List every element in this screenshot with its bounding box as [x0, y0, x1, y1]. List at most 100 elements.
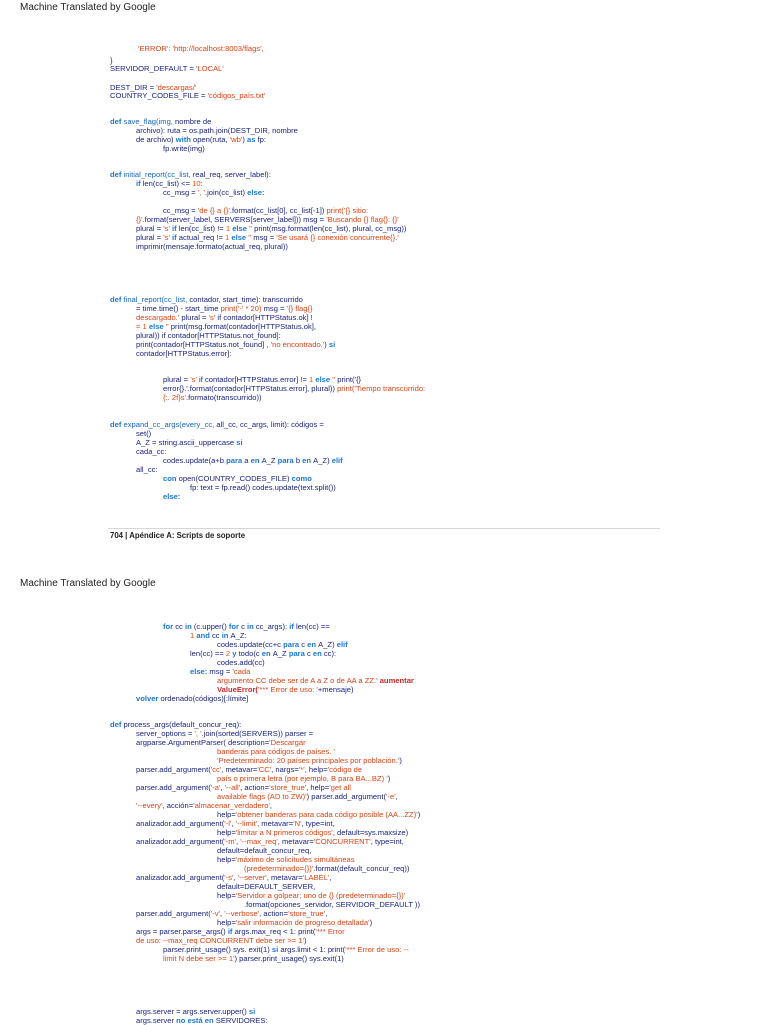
code-line: = time.time() - start_time print('-' * 2… [136, 304, 313, 313]
code-token: if contador[HTTPStatus.error] != [199, 375, 309, 384]
code-token: args.server = args.server.upper() [136, 1007, 249, 1016]
code-token: else [148, 322, 166, 331]
code-token: def [110, 720, 124, 729]
code-token: A_Z) [318, 640, 337, 649]
code-token: 'Descargar [269, 738, 306, 747]
code-line: limit N debe ser >= 1') parser.print_usa… [163, 954, 344, 963]
code-token: fp: text = fp.read() codes.update(text.s… [190, 483, 336, 492]
code-token: '--limit' [235, 819, 258, 828]
code-token: argumento CC debe ser de A a Z o de AA a… [217, 676, 380, 685]
code-token: : [200, 179, 203, 188]
code-token: parser.add_argument( [136, 909, 211, 918]
code-token: 's' [163, 233, 173, 242]
code-token: descargado.' [136, 313, 182, 322]
code-line: argparse.ArgumentParser( description='De… [136, 738, 306, 747]
code-token: 'almacenar_verdadero' [193, 801, 270, 810]
code-line: if len(cc_list) <= 10: [136, 179, 203, 188]
code-line: help='obtener banderas para cada código … [217, 810, 420, 819]
code-token: A_Z = string.ascii_uppercase [136, 438, 237, 447]
code-line: all_cc: [136, 465, 158, 474]
code-token: def [110, 170, 124, 179]
code-line: (predeterminado={})'.format(default_conc… [244, 864, 409, 873]
code-token: parser.print_usage() sys. exit(1) [163, 945, 272, 954]
code-token: ordenado(códigos)[:límite] [160, 694, 249, 703]
code-token: codes.update(a+b [163, 456, 227, 465]
code-token: de archivo) [136, 135, 176, 144]
code-line: {:. 2f}s'.formato(transcurrido)) [163, 393, 262, 402]
code-token: 'de {} a {}' [197, 206, 230, 215]
machine-translated-header-page2: Machine Translated by Google [20, 578, 156, 589]
code-token: actual_req != [178, 233, 226, 242]
code-token: SERVIDOR_DEFAULT = [110, 64, 196, 73]
code-token: cc): [323, 649, 337, 658]
code-line: de archivo) with open(ruta, 'wb') as fp: [136, 135, 266, 144]
code-token: expand_cc_args(every_cc, [123, 420, 217, 429]
code-token: as [246, 135, 258, 144]
code-token: ) [387, 774, 391, 783]
code-token: open(ruta, [192, 135, 230, 144]
code-token: else [231, 233, 249, 242]
code-token: args.limit < 1: print( [280, 945, 346, 954]
code-token: if [172, 224, 179, 233]
code-line: def initial_report(cc_list, real_req, se… [110, 170, 271, 179]
code-token: server_options = [136, 729, 195, 738]
code-token: 'máximo de solicitudes simultáneas [235, 855, 355, 864]
code-token: args = parser.parse_args() [136, 927, 228, 936]
code-token: 'CONCURRENT' [313, 837, 371, 846]
code-token: default=DEFAULT_SERVER, [217, 882, 316, 891]
code-token: '*** Error de uso: -- [345, 945, 409, 954]
code-line: {}'.format(server_label, SERVERS[server_… [136, 215, 399, 224]
code-line: args = parser.parse_args() if args.max_r… [136, 927, 345, 936]
code-token: help= [217, 810, 236, 819]
code-token: and [196, 631, 212, 640]
code-token: plural = [136, 233, 164, 242]
code-token: cc [175, 622, 185, 631]
code-line: plural = 's' if actual_req != 1 else '' … [136, 233, 399, 242]
code-token: else [232, 224, 250, 233]
code-token: '-e' [386, 792, 396, 801]
code-token: available flags (AD to ZW)' [217, 792, 307, 801]
code-token: def [110, 295, 124, 304]
code-token: 'Predeterminado: 20 países principales p… [217, 756, 400, 765]
code-token: '--verbose' [224, 909, 260, 918]
code-token: msg = [209, 667, 233, 676]
code-token: , metavar= [266, 873, 303, 882]
code-line: help='máximo de solicitudes simultáneas [217, 855, 355, 864]
code-line: archivo): ruta = os.path.join(DEST_DIR, … [136, 126, 298, 135]
code-line: imprimir(mensaje.formato(actual_req, plu… [136, 242, 288, 251]
code-token: args.max_req < 1: print( [234, 927, 316, 936]
machine-translated-header: Machine Translated by Google [20, 2, 156, 13]
code-token: ) [399, 756, 402, 765]
code-token: analizador.add_argument( [136, 873, 225, 882]
code-line: len(cc) == 2 y todo(c en A_Z para c en c… [190, 649, 336, 658]
code-token: for [228, 622, 242, 631]
code-token: def [110, 420, 124, 429]
code-token: '--server' [237, 873, 267, 882]
code-token: ) parser.print_usage() sys.exit(1) [234, 954, 344, 963]
code-token: len(cc_list) != [178, 224, 226, 233]
code-line: server_options = ', '.join(sorted(SERVER… [136, 729, 313, 738]
code-token: 'LABEL' [302, 873, 330, 882]
code-token: 'ERROR': 'http://localhost:8003/flags', [138, 44, 264, 53]
code-token: .join(sorted(SERVERS)) parser = [201, 729, 314, 738]
code-token: 'wb' [229, 135, 243, 144]
code-token: para [288, 649, 307, 658]
code-token: plural)) if contador[HTTPStatus.not_foun… [136, 331, 281, 340]
code-token: parser.add_argument( [136, 765, 211, 774]
code-token: , metavar= [257, 819, 294, 828]
code-line: else: msg = 'cada [190, 667, 250, 676]
code-line: descargado.' plural = 's' if contador[HT… [136, 313, 313, 322]
code-token: , action= [240, 783, 270, 792]
code-token: open(COUNTRY_CODES_FILE) [178, 474, 292, 483]
code-token: 'código de [327, 765, 363, 774]
code-line: def process_args(default_concur_req): [110, 720, 241, 729]
code-line: set() [136, 429, 151, 438]
code-line: analizador.add_argument('-m', '--max_req… [136, 837, 404, 846]
code-token: archivo): ruta = os.path.join(DEST_DIR, … [136, 126, 298, 135]
code-token: ) [304, 936, 307, 945]
code-token: print(contador[HTTPStatus.not_found] , [136, 340, 271, 349]
code-token: ) [417, 810, 421, 819]
code-line: def expand_cc_args(every_cc, all_cc, cc_… [110, 420, 324, 429]
code-token: msg = [263, 304, 287, 313]
code-token: help= [217, 918, 236, 927]
